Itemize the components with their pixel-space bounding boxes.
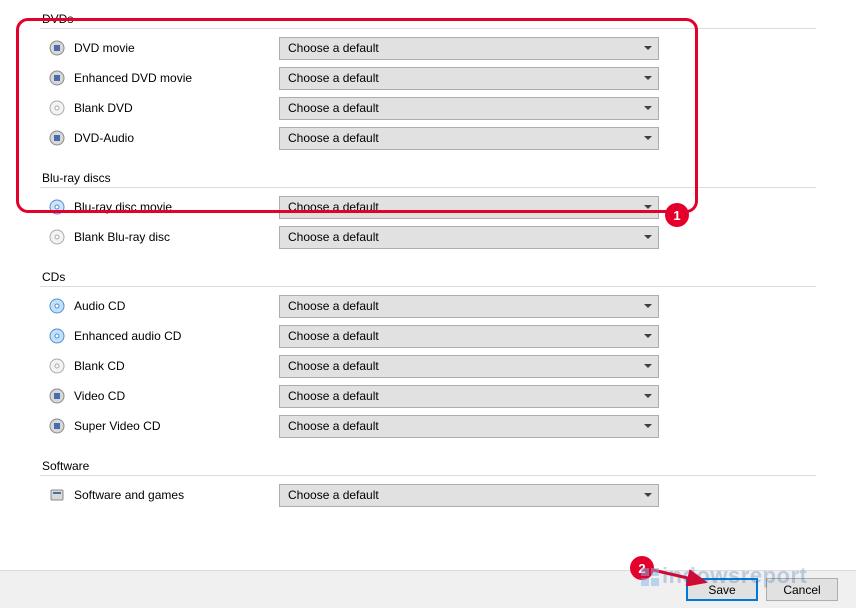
cd-audio-icon (49, 328, 65, 344)
dvd-media-icon (49, 70, 65, 86)
section-title-bluray: Blu-ray discs (40, 167, 816, 187)
label-bluray-movie: Blu-ray disc movie (74, 200, 279, 214)
select-audio-cd[interactable]: Choose a default (279, 295, 659, 318)
divider (40, 286, 816, 287)
section-title-software: Software (40, 455, 816, 475)
row-blank-bluray: Blank Blu-ray disc Choose a default (40, 222, 816, 252)
select-blank-bluray[interactable]: Choose a default (279, 226, 659, 249)
disc-blank-icon (49, 358, 65, 374)
chevron-down-icon (644, 76, 652, 80)
dvd-media-icon (49, 130, 65, 146)
chevron-down-icon (644, 394, 652, 398)
dialog-footer: Save Cancel (0, 570, 856, 608)
divider (40, 475, 816, 476)
select-video-cd[interactable]: Choose a default (279, 385, 659, 408)
software-icon (49, 487, 65, 503)
settings-panel: DVDs DVD movie Choose a default Enhanced… (0, 8, 856, 510)
divider (40, 187, 816, 188)
select-blank-cd[interactable]: Choose a default (279, 355, 659, 378)
divider (40, 28, 816, 29)
row-bluray-movie: Blu-ray disc movie Choose a default (40, 192, 816, 222)
cd-audio-icon (49, 298, 65, 314)
select-dvd-audio[interactable]: Choose a default (279, 127, 659, 150)
dvd-media-icon (49, 418, 65, 434)
select-bluray-movie[interactable]: Choose a default (279, 196, 659, 219)
select-blank-dvd[interactable]: Choose a default (279, 97, 659, 120)
label-software-games: Software and games (74, 488, 279, 502)
disc-blank-icon (49, 100, 65, 116)
select-enhanced-dvd-movie[interactable]: Choose a default (279, 67, 659, 90)
row-software-games: Software and games Choose a default (40, 480, 816, 510)
dvd-media-icon (49, 40, 65, 56)
bluray-icon (49, 199, 65, 215)
dvd-media-icon (49, 388, 65, 404)
section-cds: CDs Audio CD Choose a default Enhanced a… (40, 266, 816, 441)
chevron-down-icon (644, 205, 652, 209)
chevron-down-icon (644, 46, 652, 50)
row-audio-cd: Audio CD Choose a default (40, 291, 816, 321)
label-enhanced-audio-cd: Enhanced audio CD (74, 329, 279, 343)
section-software: Software Software and games Choose a def… (40, 455, 816, 510)
label-super-video-cd: Super Video CD (74, 419, 279, 433)
chevron-down-icon (644, 304, 652, 308)
row-super-video-cd: Super Video CD Choose a default (40, 411, 816, 441)
row-blank-cd: Blank CD Choose a default (40, 351, 816, 381)
section-title-dvds: DVDs (40, 8, 816, 28)
label-blank-cd: Blank CD (74, 359, 279, 373)
label-audio-cd: Audio CD (74, 299, 279, 313)
row-dvd-audio: DVD-Audio Choose a default (40, 123, 816, 153)
select-dvd-movie[interactable]: Choose a default (279, 37, 659, 60)
cancel-button[interactable]: Cancel (766, 578, 838, 601)
section-title-cds: CDs (40, 266, 816, 286)
row-blank-dvd: Blank DVD Choose a default (40, 93, 816, 123)
chevron-down-icon (644, 106, 652, 110)
chevron-down-icon (644, 424, 652, 428)
select-software-games[interactable]: Choose a default (279, 484, 659, 507)
row-video-cd: Video CD Choose a default (40, 381, 816, 411)
label-dvd-movie: DVD movie (74, 41, 279, 55)
label-video-cd: Video CD (74, 389, 279, 403)
label-enhanced-dvd-movie: Enhanced DVD movie (74, 71, 279, 85)
chevron-down-icon (644, 364, 652, 368)
label-blank-dvd: Blank DVD (74, 101, 279, 115)
row-enhanced-audio-cd: Enhanced audio CD Choose a default (40, 321, 816, 351)
row-dvd-movie: DVD movie Choose a default (40, 33, 816, 63)
chevron-down-icon (644, 493, 652, 497)
select-enhanced-audio-cd[interactable]: Choose a default (279, 325, 659, 348)
label-dvd-audio: DVD-Audio (74, 131, 279, 145)
label-blank-bluray: Blank Blu-ray disc (74, 230, 279, 244)
row-enhanced-dvd-movie: Enhanced DVD movie Choose a default (40, 63, 816, 93)
section-bluray: Blu-ray discs Blu-ray disc movie Choose … (40, 167, 816, 252)
select-super-video-cd[interactable]: Choose a default (279, 415, 659, 438)
section-dvds: DVDs DVD movie Choose a default Enhanced… (40, 8, 816, 153)
chevron-down-icon (644, 334, 652, 338)
save-button[interactable]: Save (686, 578, 758, 601)
chevron-down-icon (644, 136, 652, 140)
chevron-down-icon (644, 235, 652, 239)
disc-blank-icon (49, 229, 65, 245)
